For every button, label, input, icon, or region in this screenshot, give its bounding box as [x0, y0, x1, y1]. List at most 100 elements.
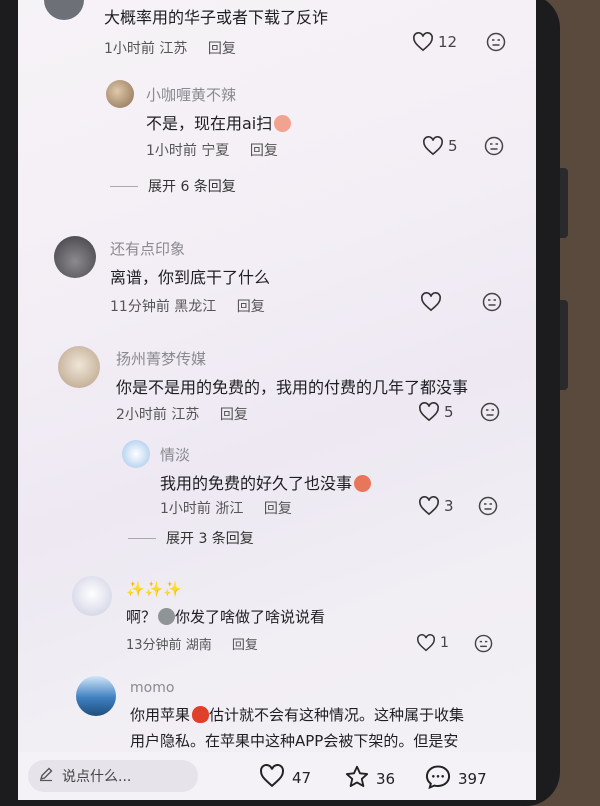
like-button[interactable]: 5: [418, 402, 454, 422]
avatar[interactable]: [58, 346, 100, 388]
heart-outline-icon: [418, 496, 440, 516]
meh-face-icon: [482, 292, 502, 312]
meh-face-icon: [480, 402, 500, 422]
star-outline-icon: [344, 764, 370, 794]
like-count: 12: [438, 33, 458, 51]
expand-label: 展开 3 条回复: [166, 531, 254, 547]
comment-meta: 13分钟前 湖南 回复: [126, 634, 258, 653]
comment-meta: 1小时前 宁夏 回复: [146, 140, 278, 160]
meh-face-icon: [486, 32, 506, 52]
comments-button[interactable]: 397: [424, 764, 487, 794]
like-count: 3: [444, 497, 454, 515]
divider: [110, 185, 138, 187]
comment-time: 1小时前: [146, 143, 197, 159]
favorite-count: 36: [376, 770, 396, 788]
reply-button[interactable]: 回复: [237, 299, 265, 315]
meh-face-icon: [474, 634, 493, 653]
avatar[interactable]: [76, 676, 116, 716]
like-count: 1: [440, 635, 449, 651]
phone-side-button: [560, 300, 568, 390]
like-button[interactable]: 3: [418, 496, 454, 516]
heart-outline-icon: [412, 32, 434, 52]
user-name[interactable]: 扬州菁梦传媒: [116, 348, 206, 369]
comment-text-line: 用户隐私。在苹果中这种APP会被下架的。但是安: [130, 732, 459, 750]
heart-outline-icon: [258, 764, 286, 792]
reply-button[interactable]: 回复: [250, 143, 278, 159]
comment-input[interactable]: 说点什么...: [28, 760, 198, 792]
emoji-icon: [158, 608, 176, 625]
comment-meta: 1小时前 浙江 回复: [160, 498, 292, 518]
emoji-icon: [354, 475, 372, 492]
comment-text: 你用苹果 估计就不会有这种情况。这种属于收集: [130, 706, 465, 724]
comment-placeholder: 说点什么...: [62, 769, 132, 785]
meh-face-icon: [478, 496, 498, 516]
comment-text: 你是不是用的免费的，我用的付费的几年了都没事: [116, 378, 469, 397]
avatar[interactable]: [44, 0, 84, 20]
meh-face-icon: [484, 136, 504, 156]
comment-meta: 1小时前 江苏 回复: [104, 38, 236, 58]
like-button[interactable]: 1: [416, 634, 449, 652]
reply-button[interactable]: 回复: [208, 41, 236, 57]
comment-meta: 11分钟前 黑龙江 回复: [110, 296, 265, 316]
user-name[interactable]: 情淡: [160, 444, 190, 465]
avatar[interactable]: [54, 236, 96, 278]
comment-count: 397: [458, 770, 487, 788]
apple-emoji-icon: [192, 706, 210, 723]
comment-location: 黑龙江: [174, 299, 217, 315]
dislike-button[interactable]: [480, 402, 500, 422]
expand-replies-button[interactable]: 展开 3 条回复: [128, 528, 254, 548]
avatar[interactable]: [122, 440, 150, 468]
avatar[interactable]: [106, 80, 134, 108]
comment-screen: 大概率用的华子或者下载了反诈 1小时前 江苏 回复 12 小咖喱黄不辣 不是，现…: [18, 0, 536, 800]
like-count: 5: [448, 137, 458, 155]
comment-location: 宁夏: [201, 143, 230, 159]
comment-time: 13分钟前: [126, 638, 182, 653]
comment-text: 大概率用的华子或者下载了反诈: [104, 8, 329, 27]
speech-bubble-icon: [424, 764, 452, 794]
dislike-button[interactable]: [474, 634, 493, 653]
like-button[interactable]: [420, 292, 446, 312]
comment-text: 不是，现在用ai扫: [146, 110, 292, 134]
comment-time: 1小时前: [160, 501, 211, 517]
user-name[interactable]: 小咖喱黄不辣: [146, 84, 236, 105]
expand-replies-button[interactable]: 展开 6 条回复: [110, 176, 236, 196]
comment-text: 我用的免费的好久了也没事: [160, 470, 372, 494]
like-post-button[interactable]: 47: [258, 764, 311, 792]
like-button[interactable]: 5: [422, 136, 458, 156]
dislike-button[interactable]: [484, 136, 504, 156]
heart-outline-icon: [416, 634, 436, 652]
comment-time: 2小时前: [116, 407, 167, 423]
reply-button[interactable]: 回复: [220, 407, 248, 423]
comment-meta: 2小时前 江苏 回复: [116, 404, 248, 424]
pencil-icon: [28, 766, 62, 786]
like-button[interactable]: 12: [412, 32, 457, 52]
user-name[interactable]: 还有点印象: [110, 238, 185, 259]
user-name[interactable]: momo: [130, 680, 174, 696]
comment-text: 啊？ 你发了啥做了啥说说看: [126, 608, 326, 626]
comment-location: 江苏: [159, 41, 188, 57]
dislike-button[interactable]: [486, 32, 506, 52]
user-name[interactable]: ✨✨✨: [126, 580, 182, 598]
bottom-action-bar: 说点什么... 47 36 397: [18, 752, 536, 800]
dislike-button[interactable]: [478, 496, 498, 516]
heart-outline-icon: [422, 136, 444, 156]
reply-button[interactable]: 回复: [232, 638, 258, 653]
reply-button[interactable]: 回复: [264, 501, 292, 517]
comment-location: 江苏: [171, 407, 200, 423]
comment-text: 离谱，你到底干了什么: [110, 268, 271, 287]
favorite-button[interactable]: 36: [344, 764, 395, 794]
comment-time: 1小时前: [104, 41, 155, 57]
divider: [128, 537, 156, 539]
comment-location: 浙江: [215, 501, 244, 517]
comment-time: 11分钟前: [110, 299, 170, 315]
comment-location: 湖南: [185, 638, 212, 653]
like-count: 5: [444, 403, 454, 421]
heart-outline-icon: [418, 402, 440, 422]
heart-outline-icon: [420, 292, 442, 312]
phone-side-button: [560, 168, 568, 238]
emoji-icon: [274, 115, 292, 132]
dislike-button[interactable]: [482, 292, 502, 312]
avatar[interactable]: [72, 576, 112, 616]
expand-label: 展开 6 条回复: [148, 179, 236, 195]
like-count: 47: [292, 769, 312, 787]
